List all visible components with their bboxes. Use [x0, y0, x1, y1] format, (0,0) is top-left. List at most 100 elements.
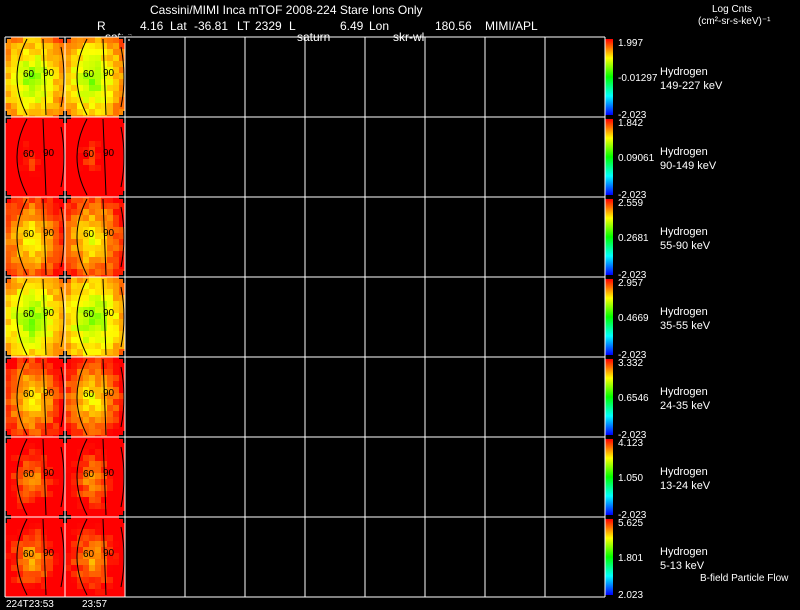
heatmap-cell	[89, 123, 95, 129]
heatmap-cell	[11, 227, 17, 233]
heatmap-cell	[29, 337, 35, 343]
heatmap-cell	[23, 449, 29, 455]
heatmap-cell	[59, 251, 65, 257]
heatmap-cell	[11, 349, 17, 355]
heatmap-cell	[83, 135, 89, 141]
heatmap-cell	[53, 423, 59, 429]
heatmap-cell	[47, 497, 53, 503]
heatmap-cell	[65, 491, 71, 497]
heatmap-cell	[107, 523, 113, 529]
heatmap-cell	[35, 517, 41, 523]
heatmap-cell	[5, 73, 11, 79]
heatmap-cell	[47, 43, 53, 49]
heatmap-cell	[107, 263, 113, 269]
heatmap-cell	[101, 405, 107, 411]
heatmap-cell	[65, 43, 71, 49]
heatmap-cell	[47, 165, 53, 171]
heatmap-cell	[29, 203, 35, 209]
heatmap-cell	[119, 589, 125, 595]
heatmap-cell	[101, 399, 107, 405]
heatmap-cell	[77, 589, 83, 595]
heatmap-cell	[65, 307, 71, 313]
heatmap-cell	[95, 177, 101, 183]
heatmap-cell	[101, 577, 107, 583]
heatmap-cell	[41, 165, 47, 171]
heatmap-cell	[71, 55, 77, 61]
heatmap-cell	[65, 583, 71, 589]
heatmap-cell	[89, 177, 95, 183]
colorbar-mid-label: 0.09061	[618, 153, 655, 164]
contour-label: 90	[103, 308, 115, 319]
heatmap-cell	[11, 263, 17, 269]
heatmap-cell	[65, 263, 71, 269]
heatmap-cell	[29, 577, 35, 583]
heatmap-cell	[35, 535, 41, 541]
heatmap-cell	[107, 449, 113, 455]
heatmap-cell	[53, 577, 59, 583]
heatmap-cell	[89, 245, 95, 251]
heatmap-cell	[47, 363, 53, 369]
heatmap-cell	[65, 251, 71, 257]
heatmap-cell	[53, 55, 59, 61]
heatmap-cell	[113, 485, 119, 491]
heatmap-cell	[71, 535, 77, 541]
heatmap-cell	[65, 343, 71, 349]
heatmap-cell	[95, 117, 101, 123]
heatmap-cell	[5, 67, 11, 73]
heatmap-cell	[113, 369, 119, 375]
heatmap-cell	[89, 449, 95, 455]
contour-label: 90	[103, 468, 115, 479]
heatmap-cell	[113, 503, 119, 509]
heatmap-cell	[17, 123, 23, 129]
species-label: Hydrogen	[660, 306, 708, 318]
heatmap-cell	[11, 257, 17, 263]
heatmap-cell	[119, 123, 125, 129]
heatmap-cell	[119, 55, 125, 61]
heatmap-cell	[89, 251, 95, 257]
heatmap-cell	[107, 215, 113, 221]
heatmap-cell	[53, 91, 59, 97]
heatmap-cell	[71, 437, 77, 443]
heatmap-cell	[101, 123, 107, 129]
heatmap-cell	[53, 517, 59, 523]
heatmap-cell	[113, 517, 119, 523]
heatmap-cell	[11, 369, 17, 375]
heatmap-cell	[113, 55, 119, 61]
colorbar-min-label: 2.023	[618, 590, 643, 601]
contour-label: 60	[83, 149, 95, 160]
heatmap-cell	[53, 49, 59, 55]
colorbar	[605, 199, 613, 275]
heatmap-cell	[35, 227, 41, 233]
heatmap-cell	[71, 491, 77, 497]
heatmap-cell	[119, 135, 125, 141]
heatmap-cell	[101, 283, 107, 289]
heatmap-cell	[47, 61, 53, 67]
heatmap-cell	[47, 449, 53, 455]
heatmap-cell	[35, 319, 41, 325]
heatmap-cell	[29, 129, 35, 135]
heatmap-cell	[41, 437, 47, 443]
contour-label: 60	[23, 229, 35, 240]
heatmap-cell	[95, 357, 101, 363]
heatmap-cell	[119, 91, 125, 97]
heatmap-cell	[17, 269, 23, 275]
heatmap-cell	[11, 357, 17, 363]
heatmap-cell	[23, 129, 29, 135]
heatmap-cell	[29, 363, 35, 369]
heatmap-cell	[5, 473, 11, 479]
heatmap-cell	[83, 97, 89, 103]
heatmap-cell	[107, 55, 113, 61]
heatmap-cell	[23, 209, 29, 215]
heatmap-cell	[71, 277, 77, 283]
heatmap-cell	[47, 541, 53, 547]
heatmap-cell	[29, 61, 35, 67]
colorbar-mid-label: 1.801	[618, 553, 643, 564]
heatmap-cell	[83, 257, 89, 263]
heatmap-cell	[77, 277, 83, 283]
heatmap-cell	[5, 319, 11, 325]
heatmap-cell	[71, 363, 77, 369]
heatmap-cell	[47, 535, 53, 541]
heatmap-cell	[23, 535, 29, 541]
heatmap-cell	[113, 123, 119, 129]
heatmap-cell	[101, 363, 107, 369]
